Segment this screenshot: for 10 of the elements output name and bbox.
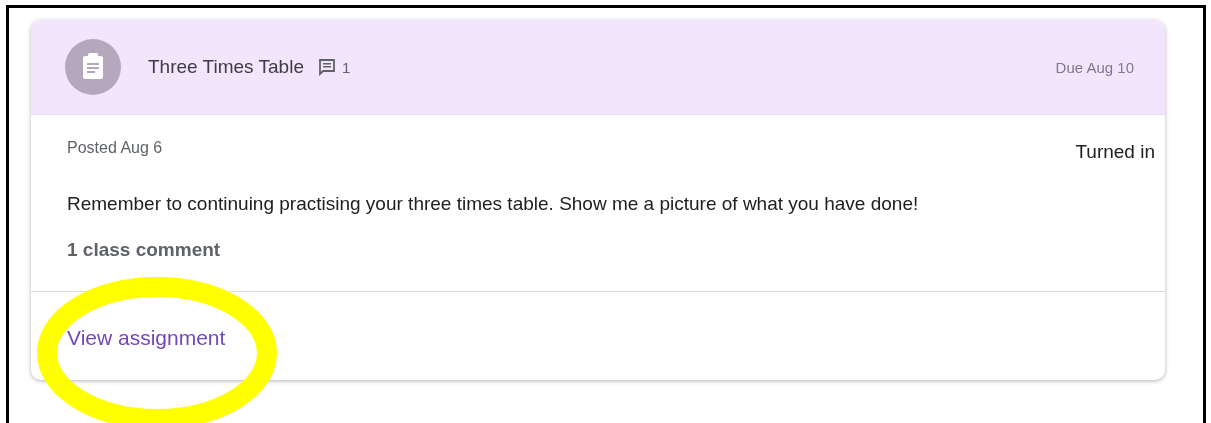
assignment-title: Three Times Table — [148, 56, 304, 78]
assignment-description: Remember to continuing practising your three times table. Show me a picture of what you have done! — [67, 193, 920, 215]
comment-icon — [317, 58, 336, 76]
clipboard-icon — [65, 39, 121, 95]
comment-count: 1 — [341, 58, 351, 76]
class-comments-count[interactable]: 1 class comment — [67, 239, 1155, 261]
view-assignment-link[interactable]: View assignment — [67, 326, 226, 349]
due-date: Due Aug 10 — [1055, 58, 1134, 76]
posted-date: Posted Aug 6 — [67, 139, 163, 157]
turned-in-status: Turned in — [1075, 141, 1155, 163]
